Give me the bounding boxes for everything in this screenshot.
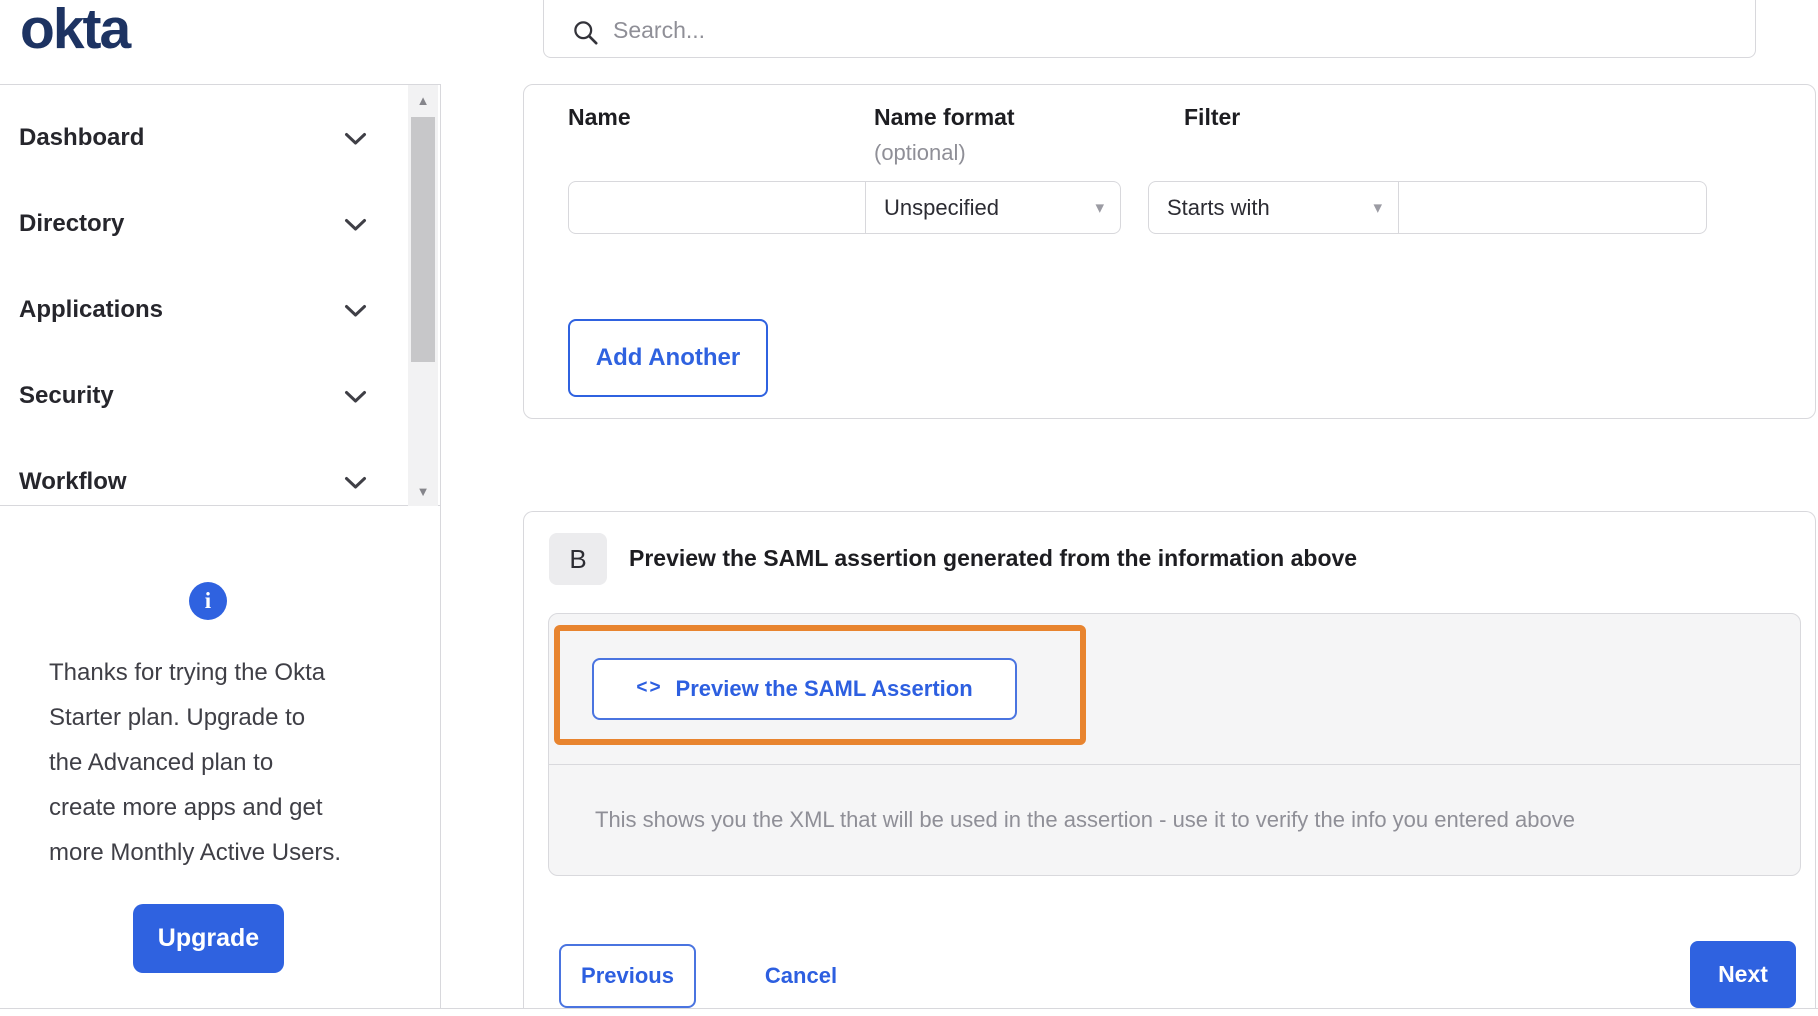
sidebar-item-label: Dashboard [19,124,145,151]
attribute-name-input[interactable] [568,181,866,234]
okta-admin-app: okta Dashboard Directory Applicat [0,0,1818,1016]
cancel-button[interactable]: Cancel [736,944,866,1008]
step-b-badge: B [549,533,607,585]
preview-button-label: Preview the SAML Assertion [675,676,973,701]
sidebar-scrollbar[interactable]: ▲ ▼ [408,85,438,506]
preview-description-text: This shows you the XML that will be used… [595,807,1575,832]
scrollbar-thumb[interactable] [411,117,435,362]
search-icon [574,21,598,45]
global-search[interactable] [543,0,1756,58]
upsell-line: create more apps and get [49,794,323,821]
viewport-bottom-border [0,1008,1818,1009]
preview-panel: <> Preview the SAML Assertion This shows… [548,613,1801,876]
info-icon: i [189,582,227,620]
filter-column-label: Filter [1184,104,1241,130]
search-input[interactable] [613,17,1755,46]
okta-logo: okta [20,0,131,61]
scroll-down-arrow-icon[interactable]: ▼ [408,482,438,502]
chevron-down-icon [345,219,366,231]
dropdown-caret-icon: ▾ [1373,198,1382,217]
filter-operator-selected-value: Starts with [1167,194,1270,220]
filter-operator-select[interactable]: Starts with ▾ [1148,181,1399,234]
sidebar-item-label: Directory [19,210,125,237]
upsell-line: Thanks for trying the Okta [49,659,326,686]
upsell-line: more Monthly Active Users. [49,839,342,866]
name-format-selected-value: Unspecified [884,194,999,220]
upsell-line: Starter plan. Upgrade to [49,704,306,731]
attribute-row: Unspecified ▾ Starts with ▾ [568,181,1707,234]
sidebar-item-security[interactable]: Security [0,353,440,439]
plan-upsell-message: Thanks for trying the Okta Starter plan.… [49,650,409,875]
sidebar-nav: Dashboard Directory Applications Securit… [0,85,440,525]
upsell-line: the Advanced plan to [49,749,274,776]
sidebar-item-label: Workflow [19,468,127,495]
name-format-select[interactable]: Unspecified ▾ [866,181,1121,234]
sidebar-right-border [440,84,441,1008]
upgrade-button[interactable]: Upgrade [133,904,284,973]
chevron-down-icon [345,391,366,403]
sidebar-item-workflow[interactable]: Workflow [0,439,440,525]
sidebar-item-dashboard[interactable]: Dashboard [0,95,440,181]
sidebar-item-label: Applications [19,296,164,323]
chevron-down-icon [345,477,366,489]
preview-saml-assertion-button[interactable]: <> Preview the SAML Assertion [592,658,1017,720]
sidebar-item-label: Security [19,382,114,409]
chevron-down-icon [345,305,366,317]
attribute-statements-card: Name Name format (optional) Filter Unspe… [523,84,1816,419]
name-format-optional-label: (optional) [874,140,966,165]
preview-section-title: Preview the SAML assertion generated fro… [629,545,1358,571]
chevron-down-icon [345,133,366,145]
next-button[interactable]: Next [1690,941,1796,1008]
dropdown-caret-icon: ▾ [1095,198,1104,217]
name-column-label: Name [568,104,631,130]
preview-panel-description: This shows you the XML that will be used… [549,765,1800,875]
saml-preview-card: B Preview the SAML assertion generated f… [523,511,1816,1008]
scroll-up-arrow-icon[interactable]: ▲ [408,91,438,111]
add-another-button[interactable]: Add Another [568,319,768,397]
sidebar-item-directory[interactable]: Directory [0,181,440,267]
filter-value-input[interactable] [1399,181,1707,234]
sidebar-item-applications[interactable]: Applications [0,267,440,353]
name-format-column-label: Name format [874,104,1015,130]
previous-button[interactable]: Previous [559,944,696,1008]
preview-panel-top: <> Preview the SAML Assertion [549,614,1800,765]
sidebar: Dashboard Directory Applications Securit… [0,85,440,506]
code-brackets-icon: <> [636,677,663,698]
